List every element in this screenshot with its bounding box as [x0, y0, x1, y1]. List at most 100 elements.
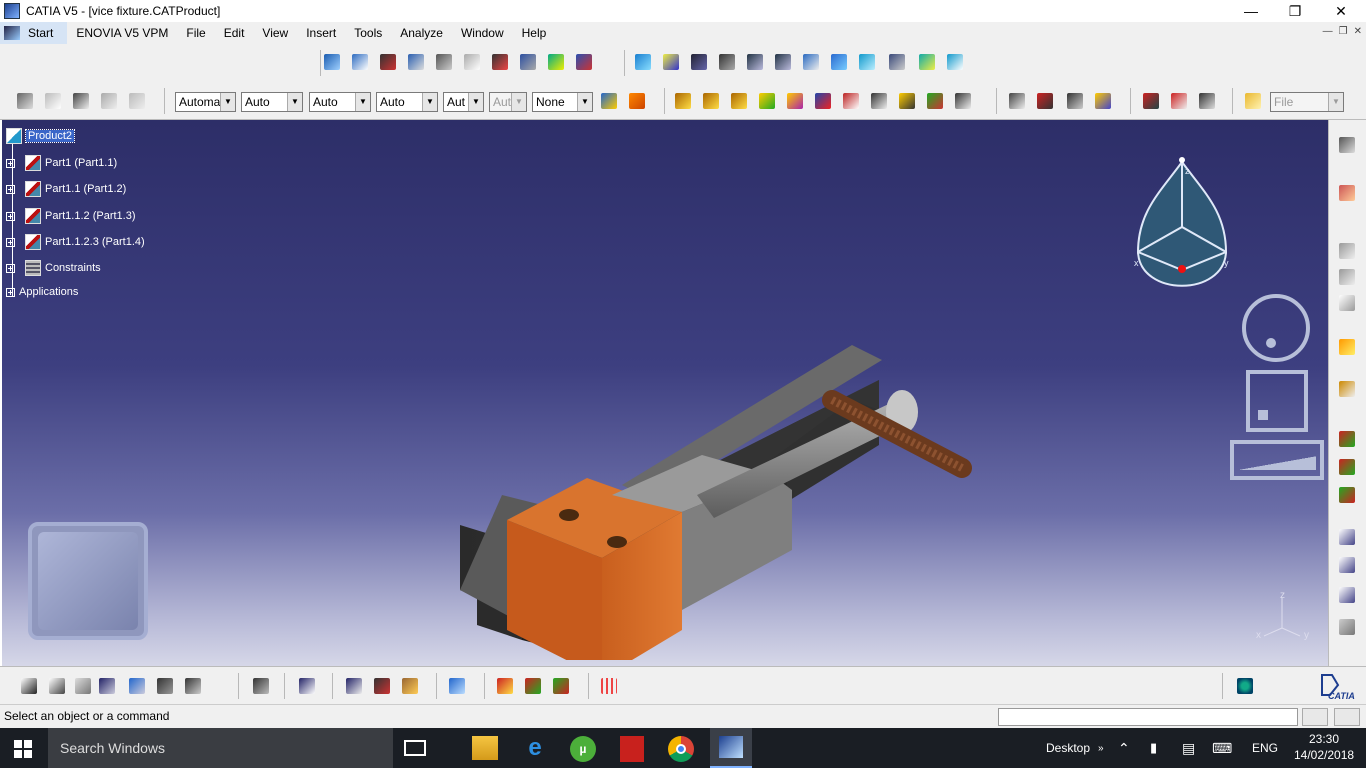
menu-window[interactable]: Window: [452, 22, 513, 44]
status-button-1[interactable]: [1302, 708, 1328, 726]
tree-node-applications[interactable]: Applications: [6, 286, 78, 298]
taskbar-search[interactable]: Search Windows: [48, 728, 393, 768]
stop-manipulate-on-clash-icon[interactable]: [756, 90, 778, 112]
product-structure-icon[interactable]: [1336, 182, 1358, 204]
design-table-icon[interactable]: [96, 675, 118, 697]
swap-visible-space-icon[interactable]: [944, 51, 966, 73]
capture-camera-icon[interactable]: [250, 675, 272, 697]
open-folder-icon[interactable]: [1242, 90, 1264, 112]
doc-restore-icon[interactable]: ❐: [1339, 26, 1348, 37]
task-view-icon[interactable]: [404, 740, 426, 756]
menu-help[interactable]: Help: [513, 22, 556, 44]
generate-numbering-icon[interactable]: [489, 51, 511, 73]
new-component-icon[interactable]: [321, 51, 343, 73]
multi-instantiation-icon[interactable]: [573, 51, 595, 73]
quick-constraint-icon[interactable]: [952, 90, 974, 112]
technical-drawing-icon[interactable]: [446, 675, 468, 697]
menu-enovia[interactable]: ENOVIA V5 VPM: [67, 22, 177, 44]
fly-mode-icon[interactable]: [632, 51, 654, 73]
edge-icon[interactable]: e: [522, 736, 548, 760]
utorrent-icon[interactable]: µ: [570, 736, 596, 762]
move-icon[interactable]: [1336, 240, 1358, 262]
select-arrow-icon[interactable]: [1336, 336, 1358, 358]
close-button[interactable]: ✕: [1318, 0, 1364, 22]
contact-constraint-icon[interactable]: [812, 90, 834, 112]
color-combo[interactable]: Automa ▼: [175, 92, 236, 112]
status-button-2[interactable]: [1334, 708, 1360, 726]
desktop-toolbar[interactable]: Desktop»: [1046, 728, 1104, 768]
expand-icon[interactable]: [6, 184, 15, 194]
layer-combo[interactable]: None ▼: [532, 92, 593, 112]
zoom-nav-icon[interactable]: [1230, 440, 1324, 480]
line-icon[interactable]: [1336, 292, 1358, 314]
line-thickness-combo[interactable]: Auto ▼: [309, 92, 371, 112]
tree-root-node[interactable]: Product2: [6, 128, 76, 144]
measure-inertia-icon[interactable]: [399, 675, 421, 697]
apply-material-icon[interactable]: [494, 675, 516, 697]
painter-icon[interactable]: [598, 90, 620, 112]
render-icon[interactable]: [522, 675, 544, 697]
3d-viewport[interactable]: Product2 Part1 (Part1.1) Part1.1 (Part1.…: [0, 120, 1328, 666]
normal-view-icon[interactable]: [800, 51, 822, 73]
doc-minimize-icon[interactable]: —: [1323, 26, 1333, 37]
file-explorer-icon[interactable]: [472, 736, 498, 760]
point-symbol-combo[interactable]: Aut ▼: [443, 92, 484, 112]
snap-icon[interactable]: [700, 90, 722, 112]
expand-icon[interactable]: [6, 237, 15, 247]
view-mode-icon[interactable]: [886, 51, 908, 73]
compass-widget[interactable]: z x y: [1130, 152, 1234, 302]
law-icon[interactable]: [126, 675, 148, 697]
menu-edit[interactable]: Edit: [215, 22, 254, 44]
scene-icon[interactable]: [550, 675, 572, 697]
quick-view-icon[interactable]: [856, 51, 878, 73]
measure-item-icon[interactable]: [371, 675, 393, 697]
manipulation-icon[interactable]: [672, 90, 694, 112]
scenes-icon[interactable]: [1196, 90, 1218, 112]
material-icon[interactable]: [98, 90, 120, 112]
menu-file[interactable]: File: [177, 22, 214, 44]
menu-insert[interactable]: Insert: [297, 22, 345, 44]
notifications-icon[interactable]: ▤: [1182, 728, 1195, 768]
start-menu[interactable]: Start: [0, 22, 68, 44]
expand-icon[interactable]: [6, 263, 15, 273]
restore-button[interactable]: ❐: [1272, 0, 1318, 22]
battery-icon[interactable]: ▮: [1150, 728, 1157, 768]
split-icon[interactable]: [1336, 484, 1358, 506]
distance-band-analysis-icon[interactable]: [1064, 90, 1086, 112]
sectioning-icon[interactable]: [1034, 90, 1056, 112]
new-part-icon[interactable]: [377, 51, 399, 73]
tree-node-part1-1-2-3[interactable]: Part1.1.2.3 (Part1.4): [6, 234, 145, 250]
clash-icon[interactable]: [1006, 90, 1028, 112]
wireframe-icon[interactable]: [42, 90, 64, 112]
transparency-combo[interactable]: Auto ▼: [241, 92, 303, 112]
expand-icon[interactable]: [6, 287, 15, 297]
hide-show-icon[interactable]: [916, 51, 938, 73]
zoom-in-icon[interactable]: [744, 51, 766, 73]
clock[interactable]: 23:30 14/02/2018: [1294, 731, 1354, 763]
smart-move-icon[interactable]: [1336, 266, 1358, 288]
catalog-icon[interactable]: [296, 675, 318, 697]
parameters-icon[interactable]: [182, 675, 204, 697]
expand-icon[interactable]: [6, 158, 15, 168]
grid-icon[interactable]: [598, 675, 620, 697]
text-with-leader-icon[interactable]: [1336, 554, 1358, 576]
component-manipulation-icon[interactable]: [1336, 378, 1358, 400]
workbench-assembly-icon[interactable]: [1336, 134, 1358, 156]
chrome-icon[interactable]: [668, 736, 694, 762]
expand-icon[interactable]: [6, 211, 15, 221]
properties-icon[interactable]: [14, 90, 36, 112]
fix-component-icon[interactable]: [896, 90, 918, 112]
minimize-button[interactable]: —: [1228, 0, 1274, 22]
pan-nav-icon[interactable]: [1246, 370, 1308, 432]
flag-note-icon[interactable]: [1336, 584, 1358, 606]
measure-between-icon[interactable]: [343, 675, 365, 697]
texture-icon[interactable]: [126, 90, 148, 112]
offset-constraint-icon[interactable]: [840, 90, 862, 112]
reuse-pattern-icon[interactable]: [1336, 428, 1358, 450]
zoom-out-icon[interactable]: [772, 51, 794, 73]
knowledge-icon[interactable]: [72, 675, 94, 697]
comment-icon[interactable]: [46, 675, 68, 697]
format-painter-icon[interactable]: [626, 90, 648, 112]
pan-icon[interactable]: [688, 51, 710, 73]
menu-analyze[interactable]: Analyze: [391, 22, 452, 44]
